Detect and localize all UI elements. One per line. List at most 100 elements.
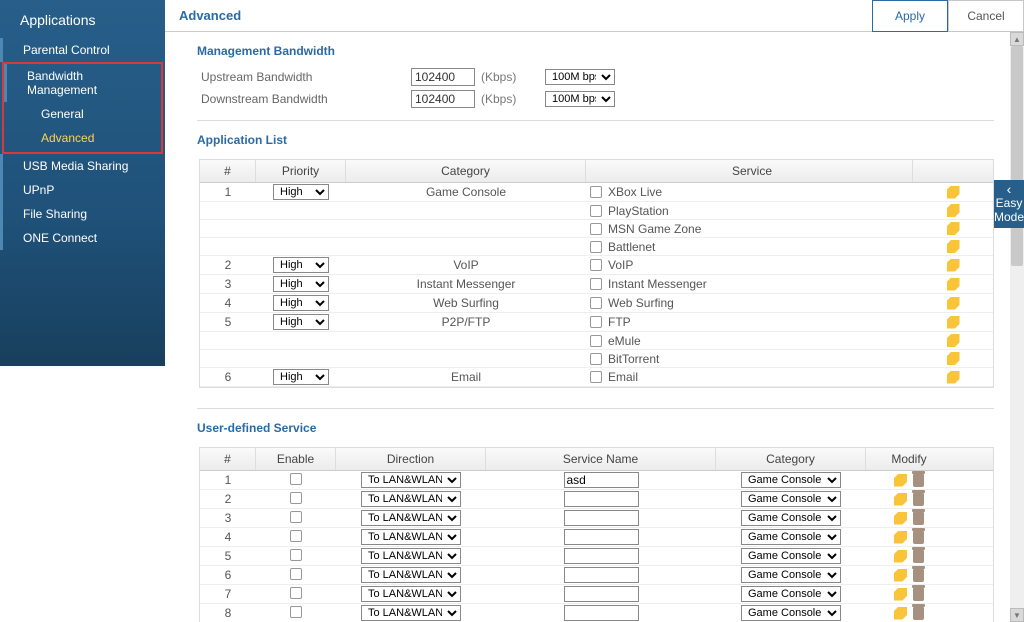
edit-icon[interactable] [947,371,960,384]
category-select[interactable]: Game Console [741,472,841,488]
priority-select[interactable]: High [273,257,329,273]
edit-icon[interactable] [947,316,960,329]
edit-icon[interactable] [947,186,960,199]
cancel-button[interactable]: Cancel [948,0,1024,32]
sidebar-item-general[interactable]: General [4,102,161,126]
enable-checkbox[interactable] [290,530,302,542]
direction-select[interactable]: To LAN&WLAN [361,548,461,564]
scroll-down-icon[interactable]: ▼ [1010,608,1024,622]
service-name-input[interactable] [564,586,639,602]
service-checkbox[interactable] [590,278,602,290]
edit-icon[interactable] [947,222,960,235]
service-checkbox[interactable] [590,335,602,347]
category-select[interactable]: Game Console [741,529,841,545]
row-number: 5 [200,549,256,563]
edit-icon[interactable] [947,240,960,253]
category-select[interactable]: Game Console [741,548,841,564]
service-checkbox[interactable] [590,223,602,235]
service-checkbox[interactable] [590,353,602,365]
enable-checkbox[interactable] [290,492,302,504]
service-name-input[interactable] [564,548,639,564]
sidebar-item-upnp[interactable]: UPnP [0,178,165,202]
edit-icon[interactable] [947,334,960,347]
edit-icon[interactable] [894,531,907,544]
service-name-input[interactable] [564,472,639,488]
upstream-input[interactable] [411,68,475,86]
priority-select[interactable]: High [273,295,329,311]
edit-icon[interactable] [894,569,907,582]
enable-checkbox[interactable] [290,549,302,561]
service-checkbox[interactable] [590,205,602,217]
delete-icon[interactable] [913,512,924,525]
service-checkbox[interactable] [590,241,602,253]
category-select[interactable]: Game Console [741,605,841,621]
priority-select[interactable]: High [273,184,329,200]
easy-mode-toggle[interactable]: ‹ Easy Mode [994,180,1024,228]
direction-select[interactable]: To LAN&WLAN [361,529,461,545]
category-select[interactable]: Game Console [741,510,841,526]
scrollbar[interactable]: ▲ ▼ [1010,32,1024,622]
edit-icon[interactable] [894,474,907,487]
delete-icon[interactable] [913,569,924,582]
edit-icon[interactable] [894,607,907,620]
sidebar-item-one connect[interactable]: ONE Connect [0,226,165,250]
category-select[interactable]: Game Console [741,491,841,507]
service-name-input[interactable] [564,510,639,526]
direction-select[interactable]: To LAN&WLAN [361,491,461,507]
enable-checkbox[interactable] [290,568,302,580]
service-name-input[interactable] [564,567,639,583]
delete-icon[interactable] [913,607,924,620]
direction-select[interactable]: To LAN&WLAN [361,510,461,526]
scroll-thumb[interactable] [1011,46,1023,266]
category-select[interactable]: Game Console [741,567,841,583]
delete-icon[interactable] [913,474,924,487]
edit-icon[interactable] [947,259,960,272]
direction-select[interactable]: To LAN&WLAN [361,472,461,488]
delete-icon[interactable] [913,588,924,601]
priority-select[interactable]: High [273,369,329,385]
edit-icon[interactable] [947,297,960,310]
downstream-input[interactable] [411,90,475,108]
upstream-bw-select[interactable]: 100M bps [545,69,615,85]
sidebar-item-usb media sharing[interactable]: USB Media Sharing [0,154,165,178]
edit-icon[interactable] [894,512,907,525]
delete-icon[interactable] [913,550,924,563]
scroll-track[interactable] [1010,46,1024,608]
direction-select[interactable]: To LAN&WLAN [361,586,461,602]
content: Management Bandwidth Upstream Bandwidth … [165,32,1024,622]
service-name-input[interactable] [564,605,639,621]
delete-icon[interactable] [913,493,924,506]
service-name-input[interactable] [564,529,639,545]
delete-icon[interactable] [913,531,924,544]
edit-icon[interactable] [947,278,960,291]
edit-icon[interactable] [947,204,960,217]
service-checkbox[interactable] [590,371,602,383]
service-checkbox[interactable] [590,316,602,328]
sidebar-item-advanced[interactable]: Advanced [4,126,161,150]
enable-checkbox[interactable] [290,606,302,618]
row-service: FTP [586,315,913,329]
sidebar-item-parental control[interactable]: Parental Control [0,38,165,62]
service-name-input[interactable] [564,491,639,507]
edit-icon[interactable] [894,588,907,601]
apply-button[interactable]: Apply [872,0,948,32]
service-checkbox[interactable] [590,297,602,309]
enable-checkbox[interactable] [290,587,302,599]
sidebar-item-bandwidth management[interactable]: Bandwidth Management [4,64,161,102]
col-priority: Priority [256,160,346,182]
direction-select[interactable]: To LAN&WLAN [361,567,461,583]
enable-checkbox[interactable] [290,511,302,523]
scroll-up-icon[interactable]: ▲ [1010,32,1024,46]
service-checkbox[interactable] [590,186,602,198]
direction-select[interactable]: To LAN&WLAN [361,605,461,621]
sidebar-item-file sharing[interactable]: File Sharing [0,202,165,226]
enable-checkbox[interactable] [290,473,302,485]
downstream-bw-select[interactable]: 100M bps [545,91,615,107]
service-checkbox[interactable] [590,259,602,271]
category-select[interactable]: Game Console [741,586,841,602]
edit-icon[interactable] [894,493,907,506]
priority-select[interactable]: High [273,314,329,330]
edit-icon[interactable] [894,550,907,563]
priority-select[interactable]: High [273,276,329,292]
edit-icon[interactable] [947,352,960,365]
